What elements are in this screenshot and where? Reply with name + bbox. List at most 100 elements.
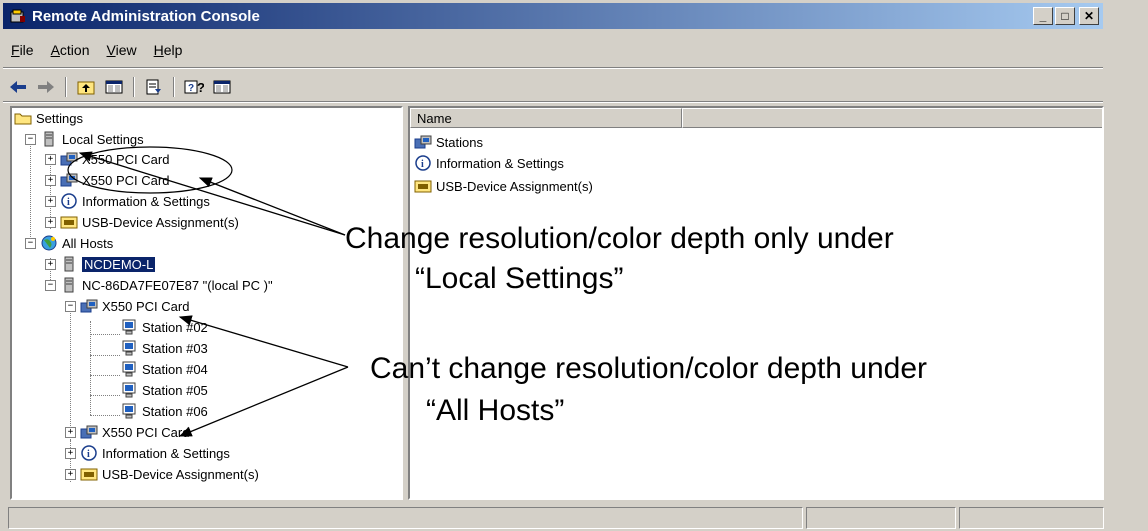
expand-toggle[interactable]: + [65,447,76,459]
toolbar-separator [65,77,67,97]
tree-item-station[interactable]: Station #06 [120,401,208,421]
collapse-toggle[interactable]: − [45,279,56,291]
toolbar-separator [173,77,175,97]
tree-item-local-information[interactable]: + i Information & Settings [45,191,210,211]
tree-connector [90,334,120,335]
list-item-label: Stations [436,134,483,150]
tree-item-local-pci-card-1[interactable]: + X550 PCI Card [45,149,169,169]
tree-item-local-settings[interactable]: − Local Settings [25,129,144,149]
menu-view[interactable]: View [99,40,146,64]
back-arrow-icon[interactable] [6,76,30,98]
tree-connector [90,415,120,416]
tree-item-station[interactable]: Station #02 [120,317,208,337]
close-button[interactable]: ✕ [1079,7,1099,25]
tree-item-label: All Hosts [62,235,114,251]
list-item-information[interactable]: i Information & Settings [414,153,564,173]
tree-item-label: USB-Device Assignment(s) [102,466,259,482]
tree-pane[interactable]: Settings − Local Settings + X550 PCI Car… [10,106,403,500]
status-pane-main [8,507,803,529]
console-tree: Settings − Local Settings + X550 PCI Car… [12,108,401,498]
tree-item-local-pci-card-2[interactable]: + X550 PCI Card [45,170,169,190]
tree-item-label: Station #02 [142,319,208,335]
show-hide-tree-icon[interactable] [102,76,126,98]
usb-device-icon [414,180,432,193]
station-monitor-icon [122,361,136,377]
column-header-name[interactable]: Name [410,108,682,128]
svg-text:i: i [67,197,70,208]
list-item-stations[interactable]: Stations [414,132,483,152]
info-icon: i [415,155,431,171]
export-list-icon[interactable] [142,76,166,98]
info-icon: i [81,445,97,461]
expand-toggle[interactable]: + [45,216,56,228]
tree-item-station[interactable]: Station #04 [120,359,208,379]
tree-item-label: Local Settings [62,131,144,147]
help-icon[interactable]: ?? [182,76,206,98]
tree-item-label: X550 PCI Card [82,172,170,188]
svg-text:?: ? [188,83,194,94]
tree-item-all-hosts[interactable]: − All Hosts [25,233,113,253]
tree-item-local-usb[interactable]: + USB-Device Assignment(s) [45,212,239,232]
server-icon [44,131,54,147]
expand-toggle[interactable]: + [45,258,56,270]
tree-connector [90,395,120,396]
menu-file[interactable]: File [3,40,43,64]
status-bar [8,507,1104,529]
window-title: Remote Administration Console [32,7,260,25]
maximize-button[interactable]: □ [1055,7,1075,25]
toolbar-separator-line [3,101,1103,103]
tree-item-host-pci-card-2[interactable]: + X550 PCI Card [65,422,189,442]
menu-help[interactable]: Help [146,40,192,64]
tree-connector [70,302,71,440]
expand-toggle[interactable]: + [65,426,76,438]
station-monitor-icon [122,382,136,398]
tree-item-label: Station #04 [142,361,208,377]
annotation-text-2-line-2: “All Hosts” [426,394,565,427]
pci-card-icon [80,299,98,313]
folder-icon [14,113,32,125]
tree-item-host-pci-card-1[interactable]: − X550 PCI Card [65,296,189,316]
tree-item-station[interactable]: Station #03 [120,338,208,358]
console-app-icon [10,9,25,23]
tree-item-label-selected: NCDEMO-L [82,256,156,272]
tree-item-station[interactable]: Station #05 [120,380,208,400]
tree-item-settings[interactable]: Settings [14,108,83,128]
svg-text:i: i [421,159,424,170]
server-icon [64,277,74,293]
collapse-toggle[interactable]: − [65,300,76,312]
station-monitor-icon [122,403,136,419]
menu-action[interactable]: Action [43,40,99,64]
tree-item-label: USB-Device Assignment(s) [82,214,239,230]
expand-toggle[interactable]: + [45,195,56,207]
tree-item-label: X550 PCI Card [102,424,190,440]
tree-item-host-local-pc[interactable]: − NC-86DA7FE07E87 "(local PC )" [45,275,273,295]
info-icon: i [61,193,77,209]
list-item-usb[interactable]: USB-Device Assignment(s) [414,176,593,196]
forward-arrow-icon[interactable] [34,76,58,98]
tree-item-host-usb[interactable]: + USB-Device Assignment(s) [65,464,259,484]
tree-item-host-ncdemo[interactable]: + NCDEMO-L [45,254,156,274]
usb-device-icon [80,468,98,481]
annotation-text-1-line-2: “Local Settings” [415,262,624,295]
expand-toggle[interactable]: + [45,174,56,186]
up-folder-icon[interactable] [74,76,98,98]
collapse-toggle[interactable]: − [25,237,36,249]
tree-item-host-information[interactable]: + i Information & Settings [65,443,230,463]
status-pane-3 [959,507,1104,529]
pci-card-icon [80,425,98,439]
tree-item-label: Information & Settings [82,193,210,209]
pci-card-icon [60,152,78,166]
console-tree-icon[interactable] [210,76,234,98]
collapse-toggle[interactable]: − [25,133,36,145]
column-header-blank[interactable] [682,108,1102,128]
list-pane[interactable]: Name Stations i Information & Settings U… [408,106,1104,500]
expand-toggle[interactable]: + [65,468,76,480]
toolbar-separator [133,77,135,97]
tree-connector [30,140,31,241]
pci-card-icon [60,173,78,187]
title-bar[interactable]: Remote Administration Console _ □ ✕ [3,3,1103,29]
minimize-button[interactable]: _ [1033,7,1053,25]
expand-toggle[interactable]: + [45,153,56,165]
usb-device-icon [60,216,78,229]
menu-separator [3,67,1103,69]
